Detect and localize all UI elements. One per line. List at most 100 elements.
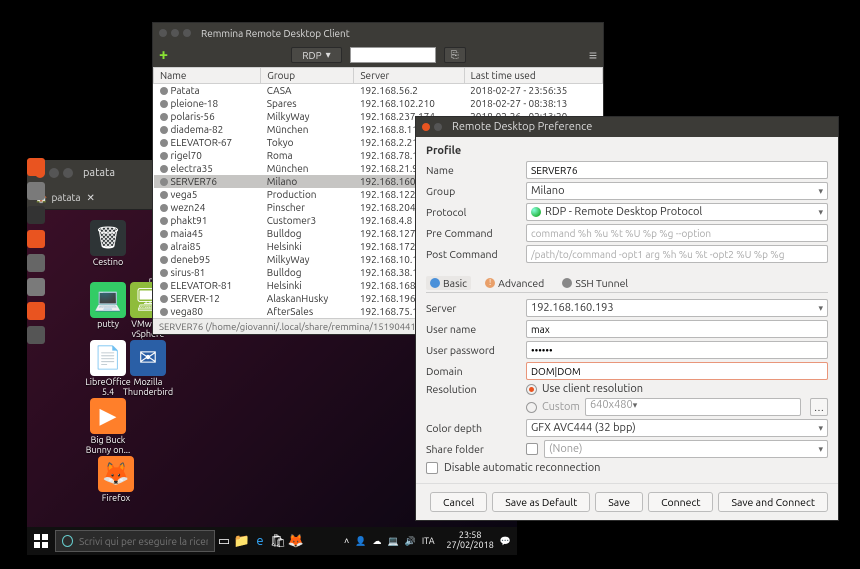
remmina-close-icon[interactable] xyxy=(159,29,167,37)
launcher-trash-icon[interactable] xyxy=(27,326,45,344)
row-group: AfterSales xyxy=(261,305,354,318)
tray-notifications-icon[interactable]: 💬 xyxy=(500,536,511,547)
quick-connect-button[interactable]: ⎘ xyxy=(444,47,466,63)
tray-chevron-icon[interactable]: ˄ xyxy=(344,536,349,546)
launcher-settings-icon[interactable] xyxy=(27,254,45,272)
rdp-tab-label[interactable]: patata xyxy=(51,192,80,203)
remmina-title: Remmina Remote Desktop Client xyxy=(201,28,350,39)
desktop-icon[interactable]: 🦊Firefox xyxy=(87,456,145,504)
resolution-custom-radio[interactable] xyxy=(526,402,537,413)
resolution-client-label: Use client resolution xyxy=(542,383,643,395)
row-name: Patata xyxy=(154,84,261,98)
column-header[interactable]: Last time used xyxy=(464,68,602,84)
column-header[interactable]: Group xyxy=(261,68,354,84)
colordepth-combo[interactable]: GFX AVC444 (32 bpp)▾ xyxy=(526,419,828,437)
clock-date: 27/02/2018 xyxy=(447,541,494,551)
launcher-files-icon[interactable] xyxy=(27,182,45,200)
desktop-icon[interactable]: 🗑Cestino xyxy=(79,220,137,268)
pref-close-icon[interactable] xyxy=(422,123,430,131)
row-group: Production xyxy=(261,188,354,201)
resolution-client-radio[interactable] xyxy=(526,384,537,395)
windows-search[interactable] xyxy=(55,530,215,552)
row-name: ELEVATOR-67 xyxy=(154,136,261,149)
launcher-terminal-icon[interactable] xyxy=(27,206,45,224)
window-min-icon[interactable] xyxy=(49,168,59,178)
domain-input[interactable] xyxy=(526,362,828,380)
tab-ssh[interactable]: SSH Tunnel xyxy=(558,276,632,290)
remmina-min-icon[interactable] xyxy=(171,29,179,37)
warning-icon: ! xyxy=(485,278,495,288)
server-label: Server xyxy=(426,302,526,314)
username-input[interactable] xyxy=(526,320,828,338)
precommand-input[interactable] xyxy=(526,224,828,242)
column-header[interactable]: Server xyxy=(354,68,464,84)
pref-min-icon[interactable] xyxy=(434,123,442,131)
desktop-icon[interactable]: ▶Big Buck Bunny on... xyxy=(79,398,137,456)
new-connection-icon[interactable]: + xyxy=(159,46,168,64)
domain-label: Domain xyxy=(426,365,526,377)
tab-close-icon[interactable]: ✕ xyxy=(87,192,95,204)
remote-desktop-preference-dialog: Remote Desktop Preference Profile Name G… xyxy=(415,116,839,521)
sharefolder-combo[interactable]: (None)▾ xyxy=(544,440,828,458)
window-max-icon[interactable] xyxy=(63,168,73,178)
launcher-app-icon[interactable] xyxy=(27,230,45,248)
task-view-icon[interactable]: ▭ xyxy=(215,532,233,550)
save-default-button[interactable]: Save as Default xyxy=(492,492,590,512)
row-name: alrai85 xyxy=(154,240,261,253)
row-group: Bulldog xyxy=(261,266,354,279)
resolution-browse-button[interactable]: … xyxy=(810,398,828,416)
protocol-selector[interactable]: RDP ▾ xyxy=(291,47,341,63)
server-combo[interactable]: 192.168.160.193▾ xyxy=(526,299,828,317)
row-last: 2018-02-27 - 08:38:13 xyxy=(464,97,602,110)
group-combo[interactable]: Milano▾ xyxy=(526,182,828,200)
disable-reconnect-checkbox[interactable] xyxy=(426,462,438,474)
protocol-combo[interactable]: RDP - Remote Desktop Protocol▾ xyxy=(526,203,828,221)
tray-people-icon[interactable]: 👤 xyxy=(355,536,366,547)
launcher-app3-icon[interactable] xyxy=(27,302,45,320)
postcommand-input[interactable] xyxy=(526,245,828,263)
pref-titlebar[interactable]: Remote Desktop Preference xyxy=(416,117,838,137)
desktop-icon[interactable]: ✉Mozilla Thunderbird xyxy=(119,340,177,398)
group-label: Group xyxy=(426,185,526,197)
connection-icon xyxy=(160,87,168,95)
launcher-app2-icon[interactable] xyxy=(27,278,45,296)
connect-button[interactable]: Connect xyxy=(648,492,713,512)
password-input[interactable] xyxy=(526,341,828,359)
taskbar-firefox-icon[interactable]: 🦊 xyxy=(287,532,305,550)
column-header[interactable]: Name xyxy=(154,68,261,84)
taskbar-explorer-icon[interactable]: 📁 xyxy=(233,532,251,550)
connection-row[interactable]: PatataCASA192.168.56.22018-02-27 - 23:56… xyxy=(154,84,603,98)
taskbar-edge-icon[interactable]: e xyxy=(251,532,269,550)
windows-search-input[interactable] xyxy=(79,536,208,547)
remmina-toolbar: + RDP ▾ ⎘ ≡ xyxy=(153,43,603,67)
name-input[interactable] xyxy=(526,161,828,179)
remmina-max-icon[interactable] xyxy=(183,29,191,37)
save-button[interactable]: Save xyxy=(595,492,643,512)
taskbar-store-icon[interactable]: 🛍 xyxy=(269,532,287,550)
connection-icon xyxy=(160,217,168,225)
pref-button-bar: Cancel Save as Default Save Connect Save… xyxy=(416,483,838,520)
launcher-dash-icon[interactable] xyxy=(27,158,45,176)
cancel-button[interactable]: Cancel xyxy=(430,492,487,512)
hamburger-menu-icon[interactable]: ≡ xyxy=(589,47,597,63)
tray-volume-icon[interactable]: 🔊 xyxy=(405,536,416,547)
save-connect-button[interactable]: Save and Connect xyxy=(718,492,828,512)
remmina-titlebar[interactable]: Remmina Remote Desktop Client xyxy=(153,23,603,43)
tab-basic[interactable]: Basic xyxy=(426,276,471,290)
disable-reconnect-label: Disable automatic reconnection xyxy=(444,462,600,474)
tab-advanced[interactable]: !Advanced xyxy=(481,276,548,290)
row-name: vega5 xyxy=(154,188,261,201)
tray-lang[interactable]: ITA xyxy=(422,536,435,546)
sharefolder-checkbox[interactable] xyxy=(526,443,538,455)
precommand-label: Pre Command xyxy=(426,227,526,239)
tray-onedrive-icon[interactable]: ☁ xyxy=(372,536,381,547)
resolution-custom-combo[interactable]: 640x480▾ xyxy=(585,398,801,416)
resolution-custom-label: Custom xyxy=(542,401,580,413)
row-name: electra35 xyxy=(154,162,261,175)
chevron-down-icon: ▾ xyxy=(326,49,331,61)
start-button[interactable] xyxy=(27,527,55,555)
quick-connect-input[interactable] xyxy=(350,47,436,63)
tray-network-icon[interactable]: 💻 xyxy=(387,536,398,547)
connection-row[interactable]: pleione-18Spares192.168.102.2102018-02-2… xyxy=(154,97,603,110)
taskbar-clock[interactable]: 23:58 27/02/2018 xyxy=(447,531,494,551)
